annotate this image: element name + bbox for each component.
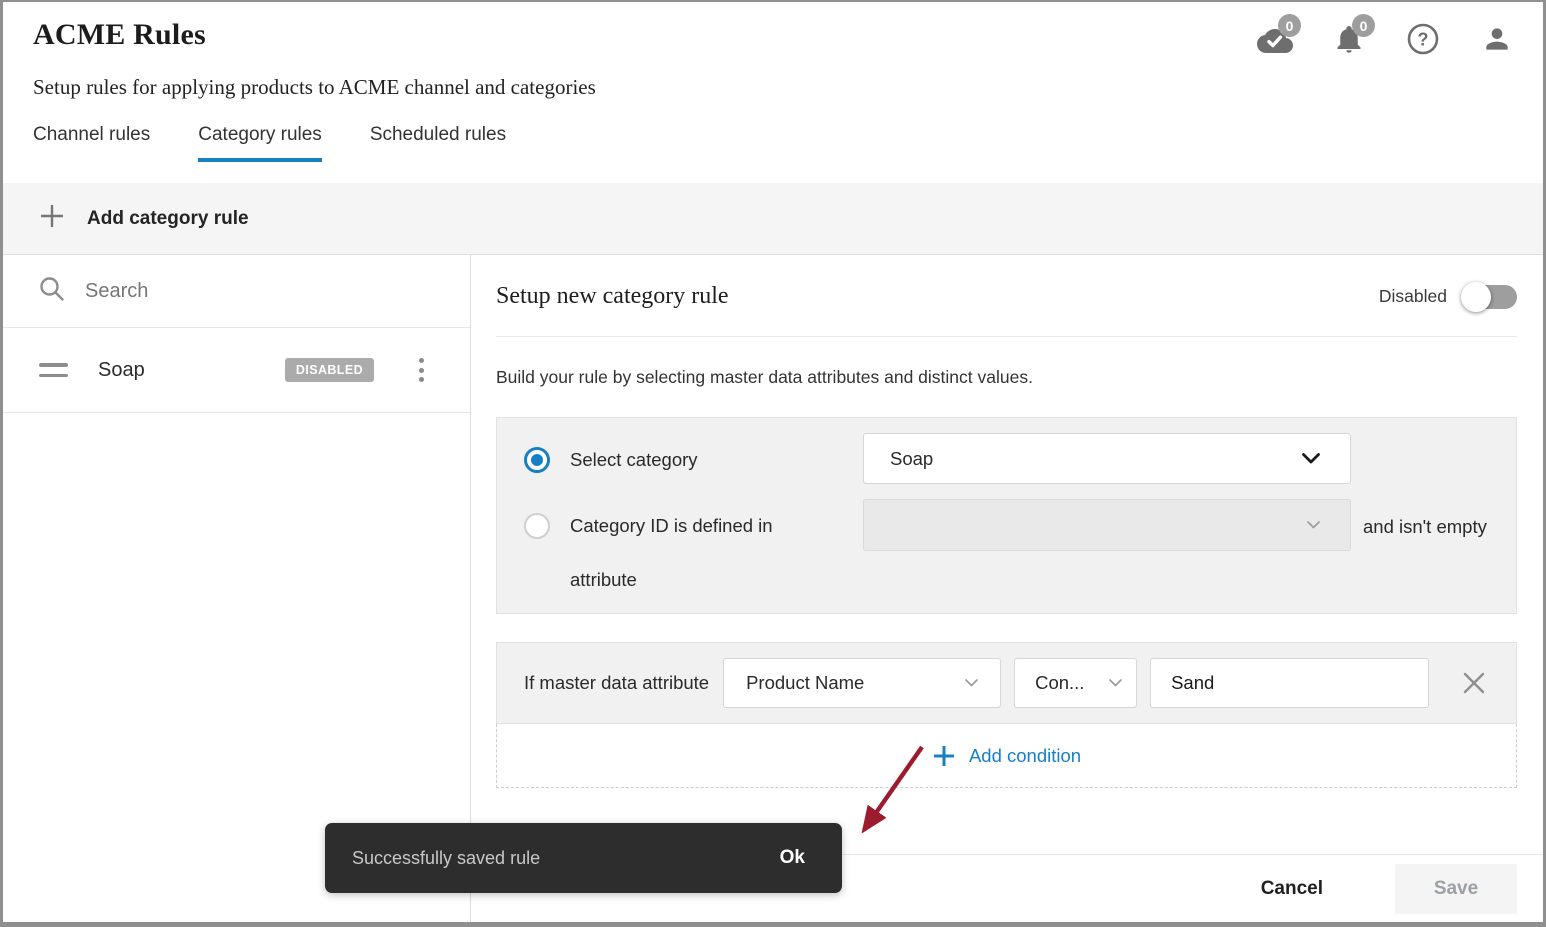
condition-operator-select[interactable]: Con... xyxy=(1014,658,1137,708)
tab-bar: Channel rules Category rules Scheduled r… xyxy=(33,124,1513,162)
divider xyxy=(496,336,1517,337)
app-window: ACME Rules Setup rules for applying prod… xyxy=(0,0,1546,927)
search-icon xyxy=(39,276,65,307)
rule-name: Soap xyxy=(98,359,145,382)
add-condition-button[interactable]: Add condition xyxy=(496,724,1517,788)
search-input[interactable] xyxy=(85,280,365,303)
toast-ok-button[interactable]: Ok xyxy=(780,847,805,869)
condition-attribute-select[interactable]: Product Name xyxy=(723,658,1001,708)
tab-scheduled-rules[interactable]: Scheduled rules xyxy=(370,124,506,162)
chevron-down-icon xyxy=(965,679,978,687)
add-category-rule-label: Add category rule xyxy=(87,208,249,230)
notifications-badge: 0 xyxy=(1352,14,1375,37)
condition-prefix-label: If master data attribute xyxy=(524,672,709,694)
radio-category-id-attribute-label: Category ID is defined in attribute xyxy=(570,499,795,607)
header-icon-bar: 0 0 ? xyxy=(1256,20,1516,58)
radio-category-id-attribute[interactable] xyxy=(524,513,550,539)
toast-notification: Successfully saved rule Ok xyxy=(325,823,842,893)
category-select-value: Soap xyxy=(890,448,933,470)
help-icon[interactable]: ? xyxy=(1404,20,1442,58)
condition-operator-value: Con... xyxy=(1035,672,1084,694)
tab-category-rules[interactable]: Category rules xyxy=(198,124,322,162)
add-category-rule-button[interactable]: Add category rule xyxy=(3,183,1543,255)
rule-list-item-soap[interactable]: Soap DISABLED xyxy=(3,328,470,413)
sync-cloud-check-icon[interactable]: 0 xyxy=(1256,20,1294,58)
editor-description: Build your rule by selecting master data… xyxy=(496,367,1517,388)
tab-channel-rules[interactable]: Channel rules xyxy=(33,124,150,162)
condition-value-input[interactable] xyxy=(1150,658,1429,708)
isnt-empty-label: and isn't empty xyxy=(1363,516,1487,538)
toggle-knob xyxy=(1461,282,1491,312)
category-select[interactable]: Soap xyxy=(863,433,1351,484)
chevron-down-icon xyxy=(1302,453,1320,464)
cancel-button[interactable]: Cancel xyxy=(1261,878,1323,900)
plus-icon xyxy=(932,744,956,768)
rules-sidebar: Soap DISABLED xyxy=(3,255,471,922)
attribute-select[interactable] xyxy=(863,499,1351,551)
drag-handle-icon[interactable] xyxy=(39,363,68,377)
sync-badge: 0 xyxy=(1278,14,1301,37)
notifications-bell-icon[interactable]: 0 xyxy=(1330,20,1368,58)
category-selection-card: Select category Soap Category ID is defi… xyxy=(496,417,1517,614)
condition-row: If master data attribute Product Name Co… xyxy=(496,642,1517,724)
add-condition-label: Add condition xyxy=(969,745,1081,767)
rule-editor-panel: Setup new category rule Disabled Build y… xyxy=(471,255,1543,922)
profile-icon[interactable] xyxy=(1478,20,1516,58)
disabled-toggle[interactable] xyxy=(1463,285,1517,309)
radio-select-category[interactable] xyxy=(524,447,550,473)
svg-text:?: ? xyxy=(1418,30,1429,50)
status-badge: DISABLED xyxy=(285,358,374,382)
search-bar xyxy=(3,255,470,328)
editor-title: Setup new category rule xyxy=(496,283,729,310)
plus-icon xyxy=(39,203,65,234)
disabled-toggle-label: Disabled xyxy=(1379,286,1447,307)
chevron-down-icon xyxy=(1109,679,1122,687)
radio-select-category-label: Select category xyxy=(570,449,698,471)
page-subtitle: Setup rules for applying products to ACM… xyxy=(33,75,1513,100)
toast-message: Successfully saved rule xyxy=(352,848,540,869)
rule-menu-kebab-icon[interactable] xyxy=(415,354,428,386)
remove-condition-icon[interactable] xyxy=(1462,671,1486,695)
app-header: ACME Rules Setup rules for applying prod… xyxy=(3,2,1543,183)
save-button[interactable]: Save xyxy=(1395,864,1517,914)
condition-attribute-value: Product Name xyxy=(746,672,864,694)
chevron-down-icon xyxy=(1307,521,1320,529)
